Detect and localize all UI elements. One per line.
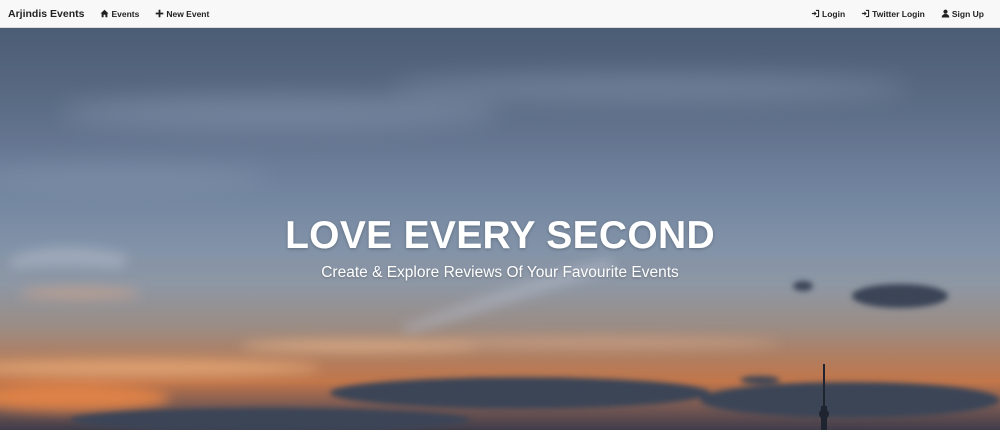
nav-new-event-link[interactable]: New Event — [147, 0, 217, 28]
nav-right: Login Twitter Login Sign Up — [803, 0, 992, 28]
nav-twitter-login-label: Twitter Login — [872, 8, 925, 19]
hero-subtitle: Create & Explore Reviews Of Your Favouri… — [321, 264, 679, 281]
hero-text: LOVE EVERY SECOND Create & Explore Revie… — [0, 214, 1000, 282]
nav-events-label: Events — [111, 8, 140, 19]
nav-twitter-login-link[interactable]: Twitter Login — [853, 0, 933, 28]
nav-login-link[interactable]: Login — [803, 0, 853, 28]
log-in-icon — [811, 9, 820, 18]
user-icon — [941, 9, 950, 18]
plus-icon — [155, 9, 164, 18]
nav-login-label: Login — [822, 8, 846, 19]
nav-left: Events New Event — [92, 0, 217, 28]
hero-section: LOVE EVERY SECOND Create & Explore Revie… — [0, 28, 1000, 430]
nav-events-link[interactable]: Events — [92, 0, 147, 28]
hero-title: LOVE EVERY SECOND — [285, 214, 715, 257]
nav-new-event-label: New Event — [166, 8, 210, 19]
home-icon — [100, 9, 109, 18]
navbar: Arjindis Events Events New Event Login T — [0, 0, 1000, 28]
brand-link[interactable]: Arjindis Events — [8, 8, 84, 20]
nav-sign-up-label: Sign Up — [951, 8, 984, 19]
log-in-icon — [861, 9, 870, 18]
nav-sign-up-link[interactable]: Sign Up — [933, 0, 992, 28]
